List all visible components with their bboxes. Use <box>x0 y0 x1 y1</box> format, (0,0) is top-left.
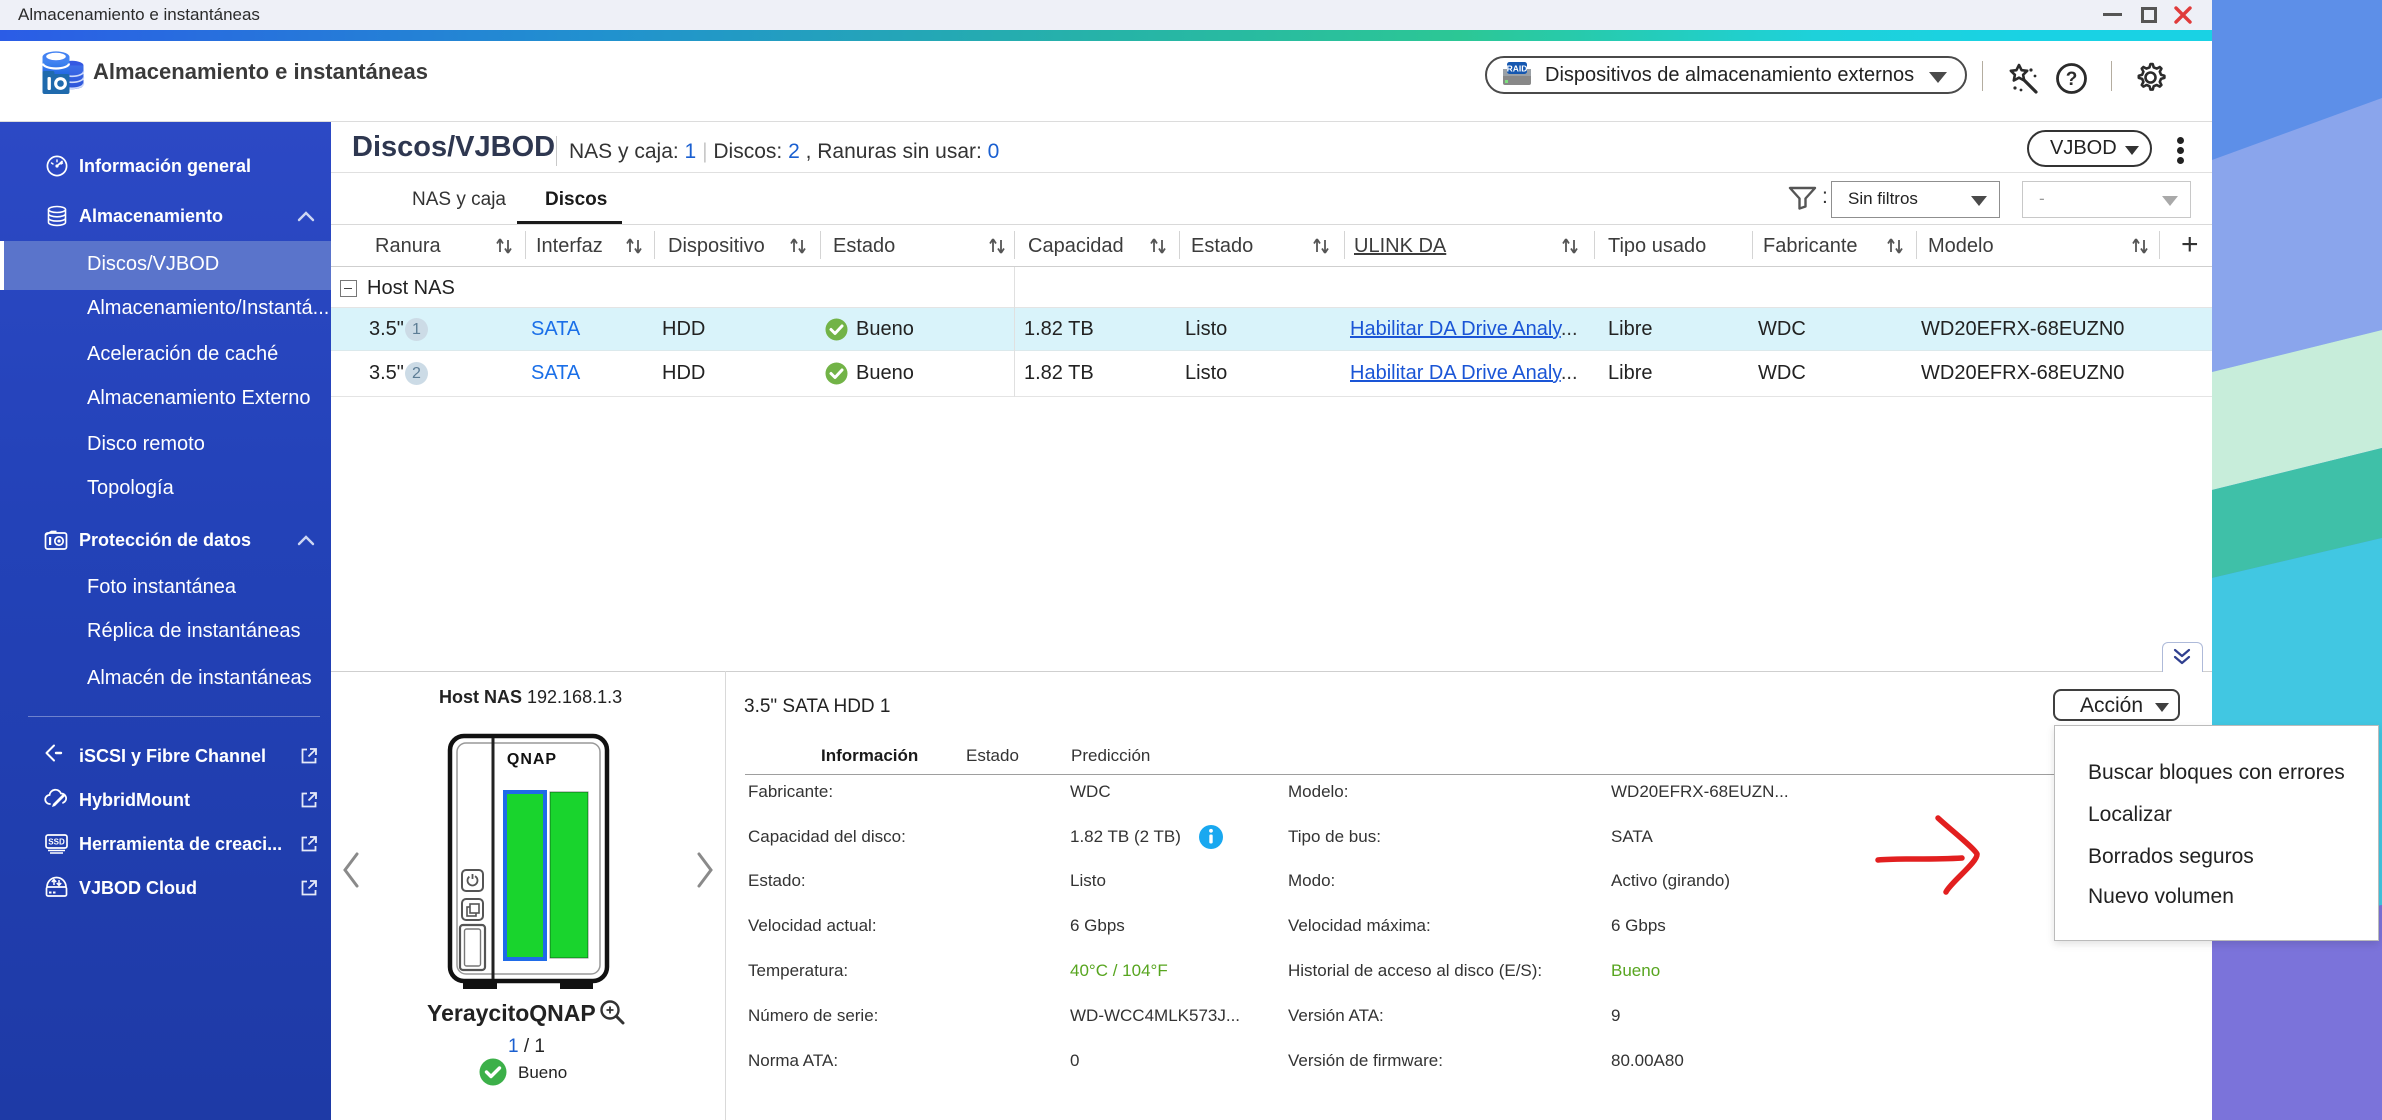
svg-text:SSD: SSD <box>48 838 65 847</box>
svg-text:RAID: RAID <box>1507 64 1528 74</box>
svg-text:?: ? <box>2066 69 2078 90</box>
svg-text:QNAP: QNAP <box>507 751 557 768</box>
